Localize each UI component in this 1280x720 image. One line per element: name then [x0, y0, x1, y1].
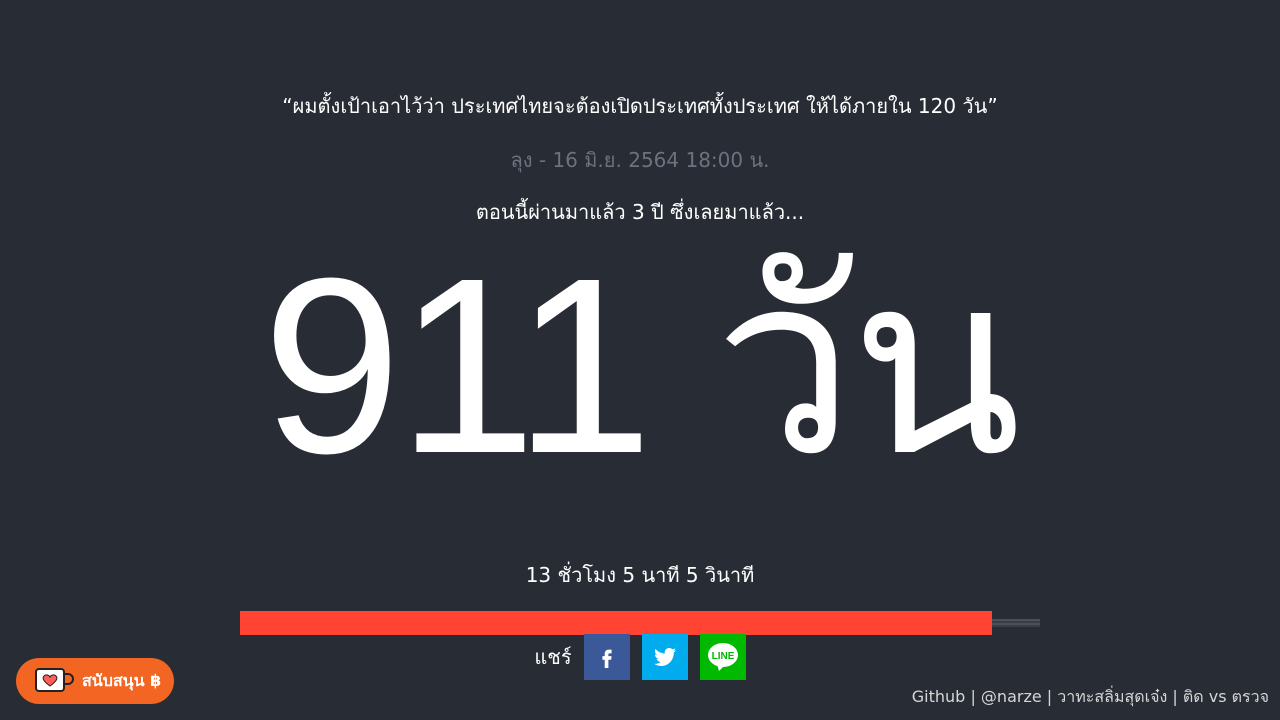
quote-text: “ผมตั้งเป้าเอาไว้ว่า ประเทศไทยจะต้องเปิด… — [282, 94, 998, 118]
footer-links: Github | @narze | วาทะสลิ่มสุดเจ๋ง | ติด… — [912, 686, 1269, 708]
footer-link-quotes[interactable]: วาทะสลิ่มสุดเจ๋ง — [1057, 687, 1167, 706]
footer-separator: | — [1172, 687, 1178, 706]
facebook-icon — [602, 649, 612, 668]
twitter-icon — [653, 647, 676, 666]
footer-link-github[interactable]: Github — [912, 687, 966, 706]
coffee-cup-heart-icon — [35, 668, 74, 692]
quote-attribution: ลุง - 16 มิ.ย. 2564 18:00 น. — [510, 148, 770, 172]
share-label: แชร์ — [534, 645, 572, 669]
footer-link-test-vs-infect[interactable]: ติด vs ตรวจ — [1183, 687, 1269, 706]
page: “ผมตั้งเป้าเอาไว้ว่า ประเทศไทยจะต้องเปิด… — [0, 0, 1280, 720]
support-button[interactable]: สนับสนุน ฿ — [16, 658, 174, 704]
days-counter: 911 วัน — [262, 226, 1021, 505]
time-remainder: 13 ชั่วโมง 5 นาที 5 วินาที — [525, 563, 755, 587]
support-label: สนับสนุน ฿ — [82, 670, 162, 690]
twitter-share-button[interactable] — [641, 634, 688, 680]
facebook-share-button[interactable] — [583, 634, 630, 680]
footer-separator: | — [1046, 687, 1053, 706]
line-share-button[interactable]: LINE — [699, 634, 746, 680]
svg-text:LINE: LINE — [711, 651, 734, 662]
progress-bar — [240, 611, 1040, 635]
footer-separator: | — [970, 687, 976, 706]
footer-link-narze[interactable]: @narze — [981, 687, 1042, 706]
share-bar: แชร์ LINE — [0, 634, 1280, 680]
elapsed-text: ตอนนี้ผ่านมาแล้ว 3 ปี ซึ่งเลยมาแล้ว... — [475, 200, 805, 224]
progress-fill — [240, 611, 992, 635]
line-icon: LINE — [707, 643, 738, 671]
